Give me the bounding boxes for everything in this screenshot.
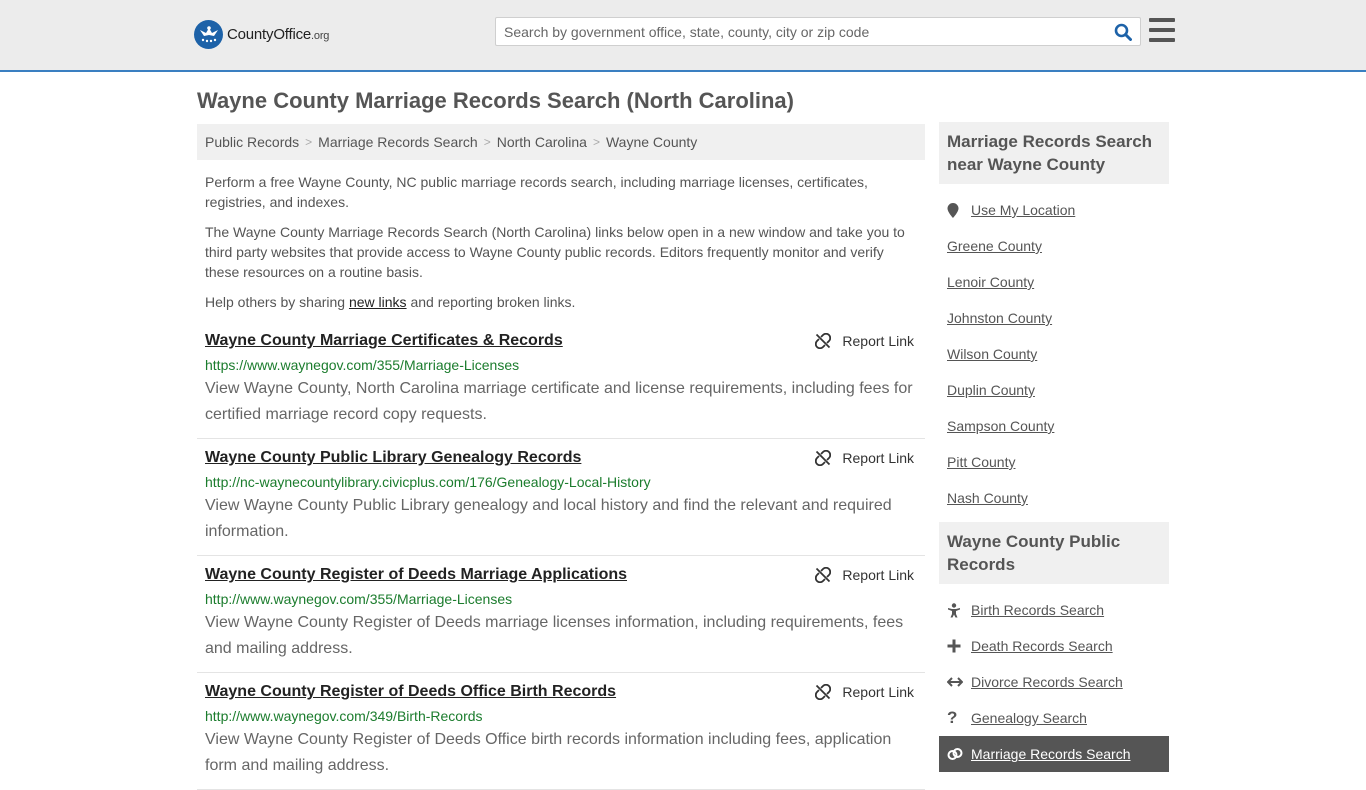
new-links-link[interactable]: new links (349, 294, 407, 310)
nearby-county-link[interactable]: Duplin County (939, 372, 1169, 408)
breadcrumb-separator-icon: > (483, 135, 491, 149)
result-url: https://www.waynegov.com/355/Marriage-Li… (205, 357, 520, 373)
breadcrumb: Public Records > Marriage Records Search… (197, 124, 925, 160)
report-link-label: Report Link (842, 684, 914, 700)
main-content: Public Records > Marriage Records Search… (197, 124, 925, 790)
broken-link-icon (815, 333, 832, 349)
result-item: Wayne County Register of Deeds Office Bi… (197, 673, 925, 790)
eagle-seal-icon (194, 20, 223, 49)
result-item: Wayne County Public Library Genealogy Re… (197, 439, 925, 556)
result-url: http://www.waynegov.com/355/Marriage-Lic… (205, 591, 513, 607)
nearby-county-link[interactable]: Greene County (939, 228, 1169, 264)
breadcrumb-wayne-county[interactable]: Wayne County (606, 134, 697, 150)
hamburger-menu-icon[interactable] (1149, 18, 1175, 42)
nearby-county-link[interactable]: Pitt County (939, 444, 1169, 480)
split-arrows-icon (947, 676, 965, 688)
search-box (495, 17, 1141, 46)
result-item: Wayne County Register of Deeds Marriage … (197, 556, 925, 673)
intro-paragraph: The Wayne County Marriage Records Search… (205, 224, 905, 280)
birth-records-link[interactable]: Birth Records Search (939, 592, 1169, 628)
result-description: View Wayne County Public Library genealo… (205, 497, 892, 540)
nearby-heading: Marriage Records Search near Wayne Count… (939, 122, 1169, 184)
logo-brand: CountyOffice (227, 26, 312, 43)
search-button[interactable] (1106, 18, 1140, 45)
report-link-button[interactable]: Report Link (815, 447, 914, 469)
search-icon (1114, 23, 1132, 41)
result-description: View Wayne County, North Carolina marria… (205, 380, 913, 423)
result-title-link[interactable]: Wayne County Register of Deeds Office Bi… (205, 681, 616, 703)
breadcrumb-separator-icon: > (305, 135, 313, 149)
nearby-county-link[interactable]: Wilson County (939, 336, 1169, 372)
report-link-button[interactable]: Report Link (815, 681, 914, 703)
cross-icon (947, 639, 965, 653)
breadcrumb-north-carolina[interactable]: North Carolina (497, 134, 587, 150)
nearby-county-link[interactable]: Nash County (939, 480, 1169, 516)
breadcrumb-public-records[interactable]: Public Records (205, 134, 299, 150)
report-link-label: Report Link (842, 333, 914, 349)
result-title-link[interactable]: Wayne County Marriage Certificates & Rec… (205, 330, 563, 352)
map-pin-icon (947, 202, 965, 218)
intro-paragraph: Perform a free Wayne County, NC public m… (205, 174, 868, 210)
breadcrumb-marriage-records-search[interactable]: Marriage Records Search (318, 134, 478, 150)
result-url: http://nc-waynecountylibrary.civicplus.c… (205, 474, 651, 490)
result-description: View Wayne County Register of Deeds marr… (205, 614, 904, 657)
rings-icon (947, 747, 965, 761)
broken-link-icon (815, 684, 832, 700)
question-icon: ? (947, 708, 958, 727)
logo-tld: .org (311, 30, 330, 42)
broken-link-icon (815, 450, 832, 466)
public-records-heading: Wayne County Public Records (939, 522, 1169, 584)
share-paragraph: Help others by sharing new links and rep… (205, 294, 576, 310)
page-title: Wayne County Marriage Records Search (No… (197, 88, 794, 113)
search-input[interactable] (496, 18, 1106, 45)
baby-icon (947, 602, 965, 618)
report-link-label: Report Link (842, 450, 914, 466)
divorce-records-link[interactable]: Divorce Records Search (939, 664, 1169, 700)
site-logo[interactable]: CountyOffice.org (194, 20, 329, 49)
public-records-list: Birth Records Search Death Records Searc… (939, 584, 1169, 778)
report-link-button[interactable]: Report Link (815, 564, 914, 586)
site-header: CountyOffice.org (0, 0, 1366, 72)
intro-text: Perform a free Wayne County, NC public m… (197, 160, 925, 312)
nearby-county-link[interactable]: Lenoir County (939, 264, 1169, 300)
result-title-link[interactable]: Wayne County Public Library Genealogy Re… (205, 447, 581, 469)
nearby-county-link[interactable]: Sampson County (939, 408, 1169, 444)
nearby-list: Use My Location Greene County Lenoir Cou… (939, 184, 1169, 522)
nearby-county-link[interactable]: Johnston County (939, 300, 1169, 336)
logo-text: CountyOffice.org (227, 26, 329, 43)
results-list: Wayne County Marriage Certificates & Rec… (197, 322, 925, 790)
genealogy-search-link[interactable]: ? Genealogy Search (939, 700, 1169, 736)
report-link-label: Report Link (842, 567, 914, 583)
broken-link-icon (815, 567, 832, 583)
result-description: View Wayne County Register of Deeds Offi… (205, 731, 892, 774)
death-records-link[interactable]: Death Records Search (939, 628, 1169, 664)
breadcrumb-separator-icon: > (592, 135, 600, 149)
result-title-link[interactable]: Wayne County Register of Deeds Marriage … (205, 564, 627, 586)
result-url: http://www.waynegov.com/349/Birth-Record… (205, 708, 483, 724)
report-link-button[interactable]: Report Link (815, 330, 914, 352)
marriage-records-link[interactable]: Marriage Records Search (939, 736, 1169, 772)
result-item: Wayne County Marriage Certificates & Rec… (197, 322, 925, 439)
use-my-location-link[interactable]: Use My Location (939, 192, 1169, 228)
sidebar: Marriage Records Search near Wayne Count… (939, 122, 1169, 778)
